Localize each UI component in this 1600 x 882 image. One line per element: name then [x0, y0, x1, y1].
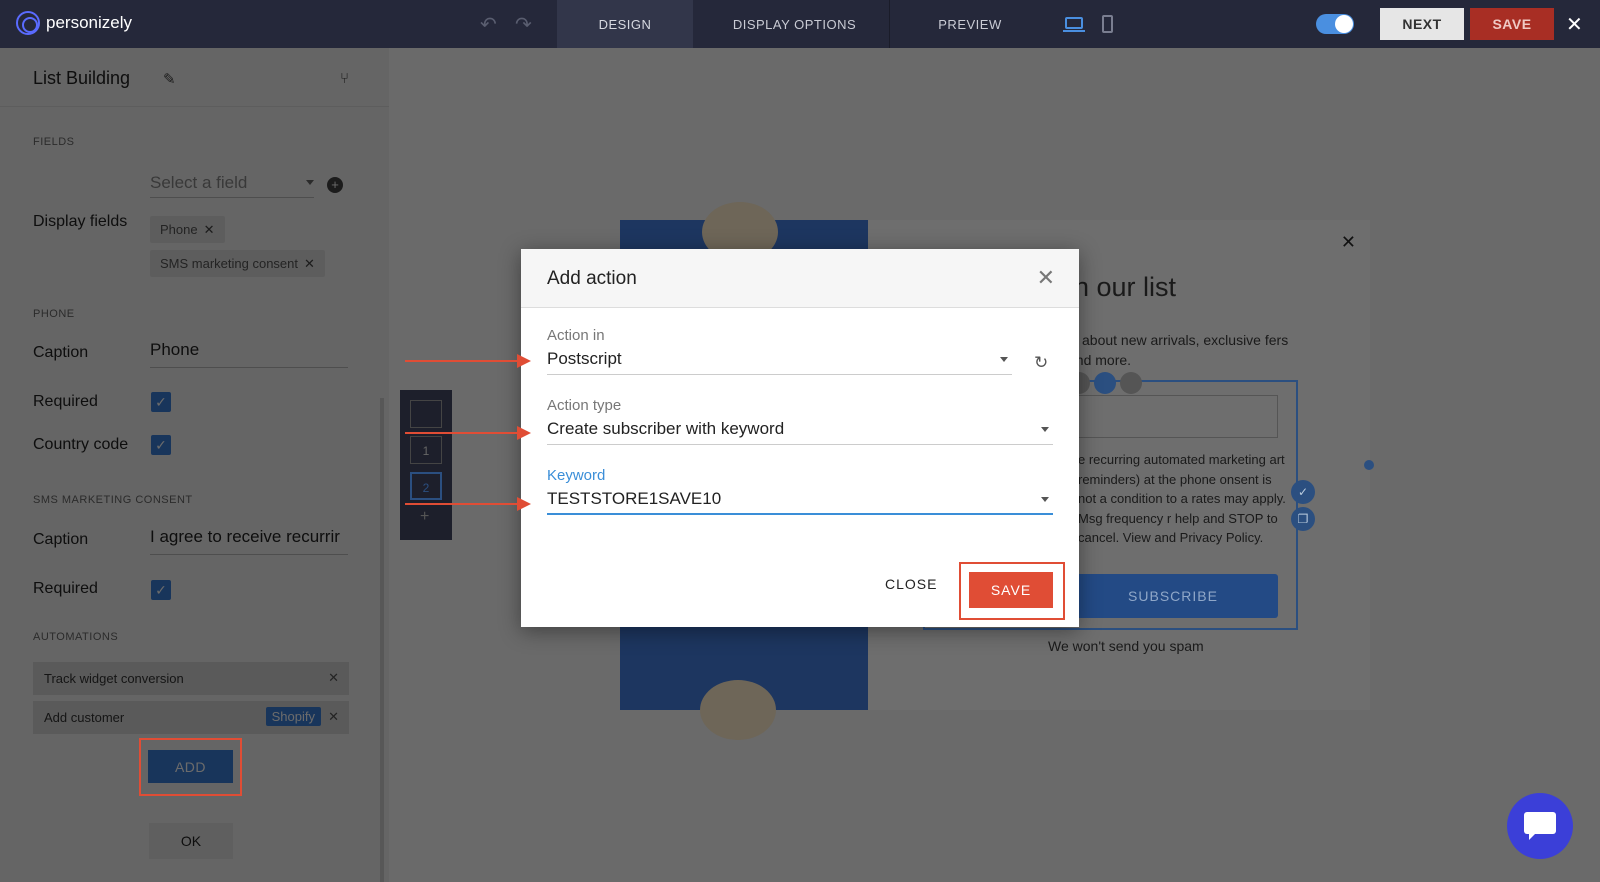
align-center-icon[interactable] [1094, 372, 1116, 394]
action-type-select[interactable]: Create subscriber with keyword [547, 415, 1053, 445]
dialog-title: Add action [547, 268, 637, 289]
widget-subscribe-button[interactable]: SUBSCRIBE [1068, 574, 1278, 618]
automation-label: Add customer [44, 710, 125, 725]
remove-icon[interactable]: ✕ [328, 709, 339, 725]
highlight-save-button [959, 562, 1065, 620]
undo-icon[interactable]: ↶ [480, 12, 497, 37]
phone-caption-label: Caption [33, 344, 89, 361]
dialog-header: Add action ✕ [521, 249, 1079, 308]
automation-label: Track widget conversion [44, 671, 184, 686]
branch-icon[interactable]: ⑂ [340, 70, 349, 87]
country-code-label: Country code [33, 436, 129, 453]
align-toolbar [1068, 372, 1142, 394]
panel-title: List Building [33, 68, 131, 88]
align-right-icon[interactable] [1120, 372, 1142, 394]
keyword-value: TESTSTORE1SAVE10 [547, 489, 722, 508]
panel-scrollbar[interactable] [380, 398, 384, 882]
chevron-down-icon [1000, 357, 1008, 362]
automation-item[interactable]: Track widget conversion ✕ [33, 662, 349, 695]
remove-icon[interactable]: ✕ [328, 670, 339, 686]
check-circle-icon[interactable]: ✓ [1291, 480, 1315, 504]
mobile-view-icon[interactable] [1102, 15, 1113, 33]
widget-subtitle: w about new arrivals, exclusive fers and… [1068, 332, 1289, 368]
chip-label: SMS marketing consent [160, 256, 299, 271]
phone-required-label: Required [33, 393, 98, 410]
brand-name: personizely [46, 13, 132, 32]
annotation-arrow [405, 354, 531, 368]
chevron-down-icon [1041, 427, 1049, 432]
add-field-icon[interactable]: + [327, 177, 343, 193]
keyword-label: Keyword [547, 467, 606, 484]
tab-display-options[interactable]: DISPLAY OPTIONS [700, 0, 890, 48]
brand-logo[interactable]: personizely [16, 11, 132, 35]
action-in-value: Postscript [547, 349, 622, 368]
close-icon[interactable]: ✕ [1566, 12, 1583, 37]
widget-phone-input[interactable] [1068, 395, 1278, 438]
donut-image [700, 680, 776, 740]
widget-consent-text: e recurring automated marketing art remi… [1078, 452, 1286, 545]
tab-preview[interactable]: PREVIEW [900, 0, 1040, 48]
close-button[interactable]: CLOSE [885, 576, 937, 592]
redo-icon[interactable]: ↷ [515, 12, 532, 37]
action-type-value: Create subscriber with keyword [547, 419, 785, 438]
phone-required-checkbox[interactable]: ✓ [151, 392, 171, 412]
action-in-label: Action in [547, 327, 605, 344]
edit-pencil-icon[interactable]: ✎ [163, 70, 176, 88]
annotation-arrow [405, 426, 531, 440]
enable-toggle[interactable] [1316, 14, 1354, 34]
chip-sms-consent[interactable]: SMS marketing consent ✕ [150, 250, 325, 277]
phone-caption-input[interactable]: Phone [150, 340, 348, 368]
widget-title: in our list [1068, 272, 1177, 302]
phone-section-label: PHONE [33, 308, 75, 320]
chip-phone[interactable]: Phone ✕ [150, 216, 225, 243]
ok-button[interactable]: OK [149, 823, 233, 859]
shopify-badge: Shopify [265, 707, 321, 726]
display-fields-label: Display fields [33, 213, 128, 230]
sms-required-label: Required [33, 580, 98, 597]
top-bar: personizely ↶ ↷ DESIGN DISPLAY OPTIONS P… [0, 0, 1600, 48]
automation-item[interactable]: Add customer Shopify ✕ [33, 701, 349, 734]
next-button[interactable]: NEXT [1380, 8, 1464, 40]
add-step-icon[interactable]: + [420, 508, 429, 526]
chip-label: Phone [160, 222, 198, 237]
chat-launcher-icon[interactable] [1507, 793, 1573, 859]
annotation-arrow [405, 497, 531, 511]
step-slot[interactable]: 2 [410, 472, 442, 500]
desktop-view-icon[interactable] [1063, 17, 1085, 32]
step-slot[interactable] [410, 400, 442, 428]
automations-section-label: AUTOMATIONS [33, 631, 119, 643]
sms-caption-label: Caption [33, 531, 89, 548]
widget-close-icon[interactable]: ✕ [1341, 232, 1356, 253]
logo-icon [16, 11, 40, 35]
fields-section-label: FIELDS [33, 136, 75, 148]
action-in-select[interactable]: Postscript [547, 345, 1012, 375]
select-field-placeholder: Select a field [150, 173, 248, 192]
save-top-button[interactable]: SAVE [1470, 8, 1554, 40]
country-code-checkbox[interactable]: ✓ [151, 435, 171, 455]
remove-icon[interactable]: ✕ [204, 222, 215, 237]
step-slot[interactable]: 1 [410, 436, 442, 464]
resize-handle[interactable] [1364, 460, 1374, 470]
chevron-down-icon [1041, 497, 1049, 502]
divider [0, 106, 389, 107]
chevron-down-icon [306, 180, 314, 185]
action-type-label: Action type [547, 397, 622, 414]
widget-spam-note: We won't send you spam [1048, 638, 1204, 654]
remove-icon[interactable]: ✕ [304, 256, 315, 271]
highlight-add-button [139, 738, 242, 796]
copy-icon[interactable]: ❐ [1291, 507, 1315, 531]
keyword-select[interactable]: TESTSTORE1SAVE10 [547, 485, 1053, 515]
select-field-dropdown[interactable]: Select a field [150, 170, 314, 198]
tab-design[interactable]: DESIGN [557, 0, 693, 48]
sms-caption-input[interactable]: I agree to receive recurrir [150, 527, 348, 555]
dialog-close-icon[interactable]: ✕ [1037, 265, 1055, 291]
sms-section-label: SMS MARKETING CONSENT [33, 494, 193, 506]
sms-required-checkbox[interactable]: ✓ [151, 580, 171, 600]
refresh-icon[interactable]: ↻ [1034, 353, 1048, 373]
step-navigator: 1 2 + [400, 390, 452, 540]
